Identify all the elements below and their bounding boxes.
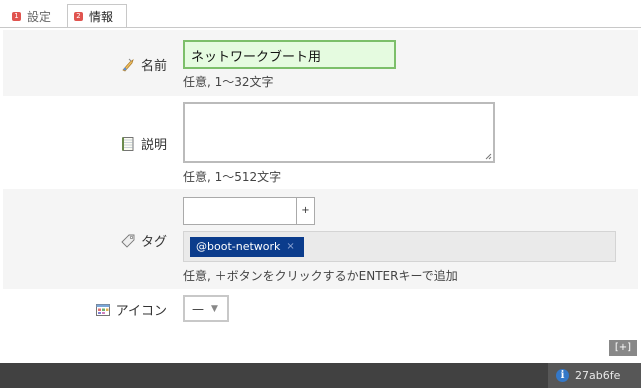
resource-id: 27ab6fe: [575, 369, 621, 382]
tab-number-badge: 1: [12, 11, 21, 21]
tab-bar: 1 設定 2 情報: [0, 0, 641, 28]
expand-button[interactable]: [+]: [609, 340, 637, 356]
icon-select[interactable]: — ▼: [183, 295, 229, 322]
resize-handle-icon[interactable]: [484, 152, 492, 160]
tag-chip: @boot-network ×: [190, 237, 304, 257]
tag-list: @boot-network ×: [183, 231, 616, 262]
notebook-icon: [120, 136, 136, 152]
tab-label: 情報: [89, 10, 114, 24]
icon-label: アイコン: [115, 304, 167, 319]
name-hint: 任意, 1〜32文字: [183, 75, 274, 89]
tab-number-badge: 2: [74, 12, 83, 21]
description-label: 説明: [140, 138, 167, 153]
tag-icon: [120, 233, 136, 249]
name-tag-icon: [120, 57, 136, 73]
tab-info[interactable]: 2 情報: [67, 4, 127, 28]
name-label-group: 名前: [120, 55, 167, 74]
tab-divider: [0, 27, 641, 28]
tag-chip-label: @boot-network: [196, 240, 281, 253]
tags-label: タグ: [140, 235, 167, 250]
info-icon: i: [556, 369, 569, 382]
description-hint: 任意, 1〜512文字: [183, 170, 282, 184]
name-label: 名前: [140, 59, 167, 74]
icon-label-group: アイコン: [95, 300, 167, 319]
tag-input[interactable]: [183, 197, 297, 225]
description-textarea[interactable]: [183, 102, 495, 163]
name-input[interactable]: ネットワークブート用: [183, 40, 396, 69]
description-label-group: 説明: [120, 134, 167, 153]
icon-picker-icon: [95, 302, 111, 318]
tags-label-group: タグ: [120, 231, 167, 250]
dropdown-arrow-icon: ▼: [211, 303, 218, 314]
tags-hint: 任意, ＋ボタンをクリックするかENTERキーで追加: [183, 269, 458, 283]
remove-tag-icon[interactable]: ×: [286, 237, 294, 257]
resource-id-badge[interactable]: i 27ab6fe: [548, 363, 641, 388]
tab-settings[interactable]: 1 設定: [6, 5, 64, 27]
status-bar: i 27ab6fe: [0, 363, 641, 388]
icon-select-value: —: [192, 301, 204, 316]
tab-label: 設定: [27, 9, 52, 24]
add-tag-button[interactable]: +: [297, 197, 315, 225]
